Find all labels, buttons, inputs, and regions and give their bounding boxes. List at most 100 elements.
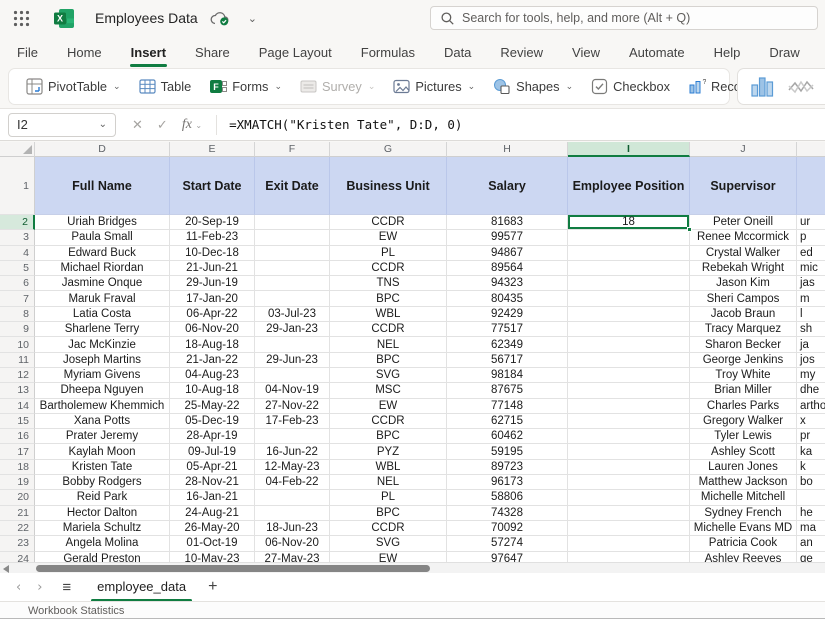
cell[interactable]: Michael Riordan <box>35 261 170 276</box>
cell[interactable]: Gregory Walker <box>690 414 797 429</box>
cell[interactable]: Charles Parks <box>690 399 797 414</box>
cell[interactable]: 04-Nov-19 <box>255 383 330 398</box>
cell[interactable]: BPC <box>330 506 447 521</box>
cell[interactable]: 28-Nov-21 <box>170 475 255 490</box>
menu-share[interactable]: Share <box>194 41 231 64</box>
cell[interactable]: 21-Jun-21 <box>170 261 255 276</box>
cell[interactable]: dhe <box>797 383 825 398</box>
cell[interactable]: Angela Molina <box>35 536 170 551</box>
row-header-18[interactable]: 18 <box>0 460 35 475</box>
cell[interactable]: 70092 <box>447 521 568 536</box>
checkbox-button[interactable]: Checkbox <box>584 73 677 100</box>
cell[interactable]: Kaylah Moon <box>35 444 170 459</box>
cell[interactable]: George Jenkins <box>690 353 797 368</box>
cell[interactable] <box>255 490 330 505</box>
cancel-formula-icon[interactable]: ✕ <box>132 117 143 133</box>
cell[interactable] <box>568 246 690 261</box>
header-cell-employee-position[interactable]: Employee Position <box>568 157 690 215</box>
menu-data[interactable]: Data <box>443 41 472 64</box>
pivottable-button[interactable]: PivotTable ⌄ <box>19 73 128 100</box>
cell[interactable]: 11-Feb-23 <box>170 230 255 245</box>
row-header-10[interactable]: 10 <box>0 337 35 352</box>
cell[interactable] <box>568 506 690 521</box>
cell[interactable]: Uriah Bridges <box>35 215 170 230</box>
next-sheet-icon[interactable]: › <box>37 580 42 595</box>
formula-input[interactable]: =XMATCH("Kristen Tate", D:D, 0) <box>229 117 462 132</box>
cell[interactable]: Sheri Campos <box>690 291 797 306</box>
cell[interactable]: 01-Oct-19 <box>170 536 255 551</box>
cell[interactable]: Matthew Jackson <box>690 475 797 490</box>
cell[interactable]: an <box>797 536 825 551</box>
cell[interactable] <box>568 490 690 505</box>
header-cell-start-date[interactable]: Start Date <box>170 157 255 215</box>
cell[interactable]: Tyler Lewis <box>690 429 797 444</box>
scroll-left-arrow-icon[interactable] <box>3 565 9 573</box>
cell[interactable] <box>568 230 690 245</box>
column-header-E[interactable]: E <box>170 142 255 157</box>
row-header-16[interactable]: 16 <box>0 429 35 444</box>
cell[interactable]: CCDR <box>330 414 447 429</box>
row-header-21[interactable]: 21 <box>0 506 35 521</box>
previous-sheet-icon[interactable]: ‹ <box>16 580 21 595</box>
cell[interactable] <box>255 337 330 352</box>
line-chart-icon[interactable] <box>784 73 818 101</box>
cell[interactable]: 03-Jul-23 <box>255 307 330 322</box>
cell[interactable]: WBL <box>330 460 447 475</box>
cell[interactable]: m <box>797 291 825 306</box>
cell[interactable]: Dheepa Nguyen <box>35 383 170 398</box>
cell[interactable] <box>568 383 690 398</box>
cell[interactable]: Hector Dalton <box>35 506 170 521</box>
enter-formula-icon[interactable]: ✓ <box>157 117 168 133</box>
header-cell-business-unit[interactable]: Business Unit <box>330 157 447 215</box>
horizontal-scrollbar-thumb[interactable] <box>36 565 430 572</box>
column-chart-icon[interactable] <box>746 72 778 102</box>
cell[interactable]: 06-Apr-22 <box>170 307 255 322</box>
cell[interactable]: jos <box>797 353 825 368</box>
cell[interactable]: 59195 <box>447 444 568 459</box>
cell[interactable]: NEL <box>330 337 447 352</box>
column-header-G[interactable]: G <box>330 142 447 157</box>
cell[interactable]: Reid Park <box>35 490 170 505</box>
header-cell-exit-date[interactable]: Exit Date <box>255 157 330 215</box>
workbook-statistics-label[interactable]: Workbook Statistics <box>28 605 124 617</box>
cell[interactable]: Gerald Preston <box>35 552 170 562</box>
row-header-17[interactable]: 17 <box>0 444 35 459</box>
cell[interactable]: 06-Nov-20 <box>255 536 330 551</box>
cell[interactable]: 04-Aug-23 <box>170 368 255 383</box>
cell[interactable] <box>568 307 690 322</box>
row-header-2[interactable]: 2 <box>0 215 35 230</box>
cell[interactable]: CCDR <box>330 322 447 337</box>
cell[interactable]: Renee Mccormick <box>690 230 797 245</box>
horizontal-scrollbar[interactable] <box>0 562 825 573</box>
select-all-corner[interactable] <box>0 142 35 157</box>
cell[interactable]: 24-Aug-21 <box>170 506 255 521</box>
cell[interactable]: 60462 <box>447 429 568 444</box>
cell[interactable]: 09-Jul-19 <box>170 444 255 459</box>
column-header-partial[interactable] <box>797 142 825 157</box>
shapes-button[interactable]: Shapes ⌄ <box>486 73 580 100</box>
cell[interactable]: Ashley Reeves <box>690 552 797 562</box>
app-launcher-icon[interactable] <box>13 10 30 27</box>
menu-home[interactable]: Home <box>66 41 103 64</box>
cell[interactable]: PL <box>330 246 447 261</box>
cell[interactable] <box>568 521 690 536</box>
cell[interactable]: my <box>797 368 825 383</box>
cell[interactable]: jas <box>797 276 825 291</box>
row-header-19[interactable]: 19 <box>0 475 35 490</box>
cell[interactable]: Patricia Cook <box>690 536 797 551</box>
cell[interactable] <box>568 353 690 368</box>
cell[interactable]: 77517 <box>447 322 568 337</box>
cell[interactable]: mic <box>797 261 825 276</box>
cell[interactable]: 10-Dec-18 <box>170 246 255 261</box>
menu-draw[interactable]: Draw <box>768 41 800 64</box>
cell[interactable]: 58806 <box>447 490 568 505</box>
title-dropdown-chevron-icon[interactable]: ⌄ <box>248 12 257 25</box>
cell[interactable]: 62715 <box>447 414 568 429</box>
cell[interactable]: arthole <box>797 399 825 414</box>
cell[interactable]: 05-Dec-19 <box>170 414 255 429</box>
cell[interactable] <box>797 490 825 505</box>
cell[interactable] <box>568 460 690 475</box>
row-header-24[interactable]: 24 <box>0 552 35 562</box>
cell[interactable]: Prater Jeremy <box>35 429 170 444</box>
column-header-J[interactable]: J <box>690 142 797 157</box>
